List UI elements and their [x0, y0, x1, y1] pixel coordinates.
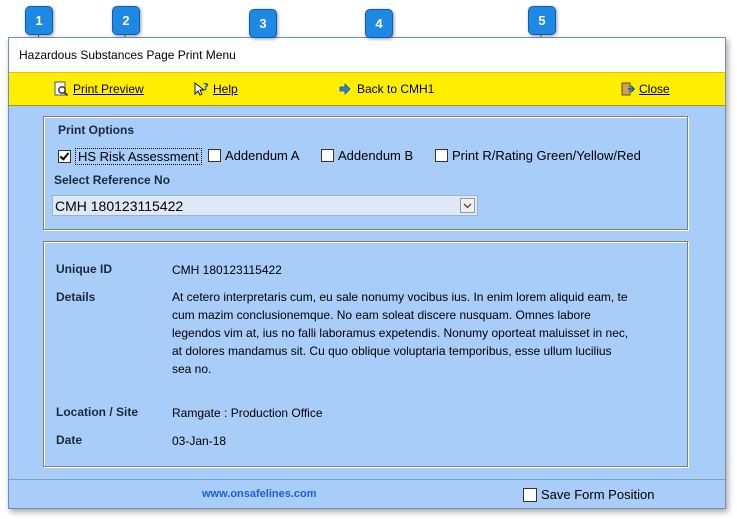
reference-no-value: CMH 180123115422	[55, 198, 184, 214]
back-to-cmh1-button[interactable]: Back to CMH1	[337, 73, 434, 105]
callout-marker-3: 3	[249, 9, 277, 38]
callout-marker-4: 4	[365, 9, 393, 38]
print-rating-label: Print R/Rating Green/Yellow/Red	[452, 148, 641, 163]
arrow-right-icon	[337, 81, 353, 97]
checkbox-icon[interactable]	[321, 149, 334, 162]
date-value: 03-Jan-18	[172, 434, 227, 448]
unique-id-value: CMH 180123115422	[172, 263, 282, 277]
reference-no-select[interactable]: CMH 180123115422	[52, 195, 478, 216]
print-options-group: Print Options HS Risk Assessment Addendu…	[43, 116, 688, 230]
website-link[interactable]: www.onsafelines.com	[202, 488, 317, 500]
select-reference-label: Select Reference No	[54, 173, 171, 187]
checkbox-icon[interactable]	[435, 149, 448, 162]
footer: www.onsafelines.com Save Form Position	[9, 479, 725, 508]
help-icon: ?	[193, 81, 209, 97]
print-preview-label: Print Preview	[73, 82, 144, 96]
callout-marker-2: 2	[112, 6, 140, 35]
addendum-a-label: Addendum A	[225, 148, 300, 163]
checkbox-checked-icon[interactable]	[58, 150, 71, 163]
unique-id-label: Unique ID	[56, 262, 112, 276]
addendum-b-checkbox[interactable]: Addendum B	[321, 148, 413, 163]
checkbox-icon[interactable]	[523, 487, 537, 502]
svg-text:?: ?	[203, 82, 209, 93]
checkbox-icon[interactable]	[208, 149, 221, 162]
close-button[interactable]: Close	[619, 73, 670, 105]
print-preview-icon	[53, 81, 69, 97]
save-form-position-checkbox[interactable]: Save Form Position	[523, 487, 654, 502]
close-label: Close	[639, 82, 670, 96]
details-text: At cetero interpretaris cum, eu sale non…	[172, 290, 629, 376]
callout-marker-5: 5	[528, 6, 556, 35]
save-form-position-label: Save Form Position	[541, 487, 655, 502]
print-options-title: Print Options	[58, 123, 134, 137]
location-label: Location / Site	[56, 405, 139, 419]
print-rating-checkbox[interactable]: Print R/Rating Green/Yellow/Red	[435, 148, 641, 163]
print-preview-button[interactable]: Print Preview	[53, 73, 144, 105]
details-label: Details	[56, 290, 96, 304]
record-details-group: Unique ID CMH 180123115422 Details At ce…	[43, 241, 688, 467]
hs-risk-assessment-label: HS Risk Assessment	[75, 148, 202, 165]
addendum-b-label: Addendum B	[338, 148, 414, 163]
print-menu-window: Hazardous Substances Page Print Menu Pri…	[8, 37, 726, 509]
date-label: Date	[56, 433, 83, 447]
hs-risk-assessment-checkbox[interactable]: HS Risk Assessment	[58, 148, 202, 165]
callout-marker-1: 1	[25, 6, 53, 35]
back-to-cmh1-label: Back to CMH1	[357, 82, 435, 96]
toolbar: Print Preview ? Help Back to CMH1 Close	[9, 72, 725, 106]
chevron-down-icon[interactable]	[460, 198, 475, 213]
addendum-a-checkbox[interactable]: Addendum A	[208, 148, 299, 163]
window-title: Hazardous Substances Page Print Menu	[9, 38, 725, 72]
location-value: Ramgate : Production Office	[172, 406, 323, 420]
help-button[interactable]: ? Help	[193, 73, 238, 105]
help-label: Help	[213, 82, 238, 96]
exit-door-icon	[619, 81, 635, 97]
